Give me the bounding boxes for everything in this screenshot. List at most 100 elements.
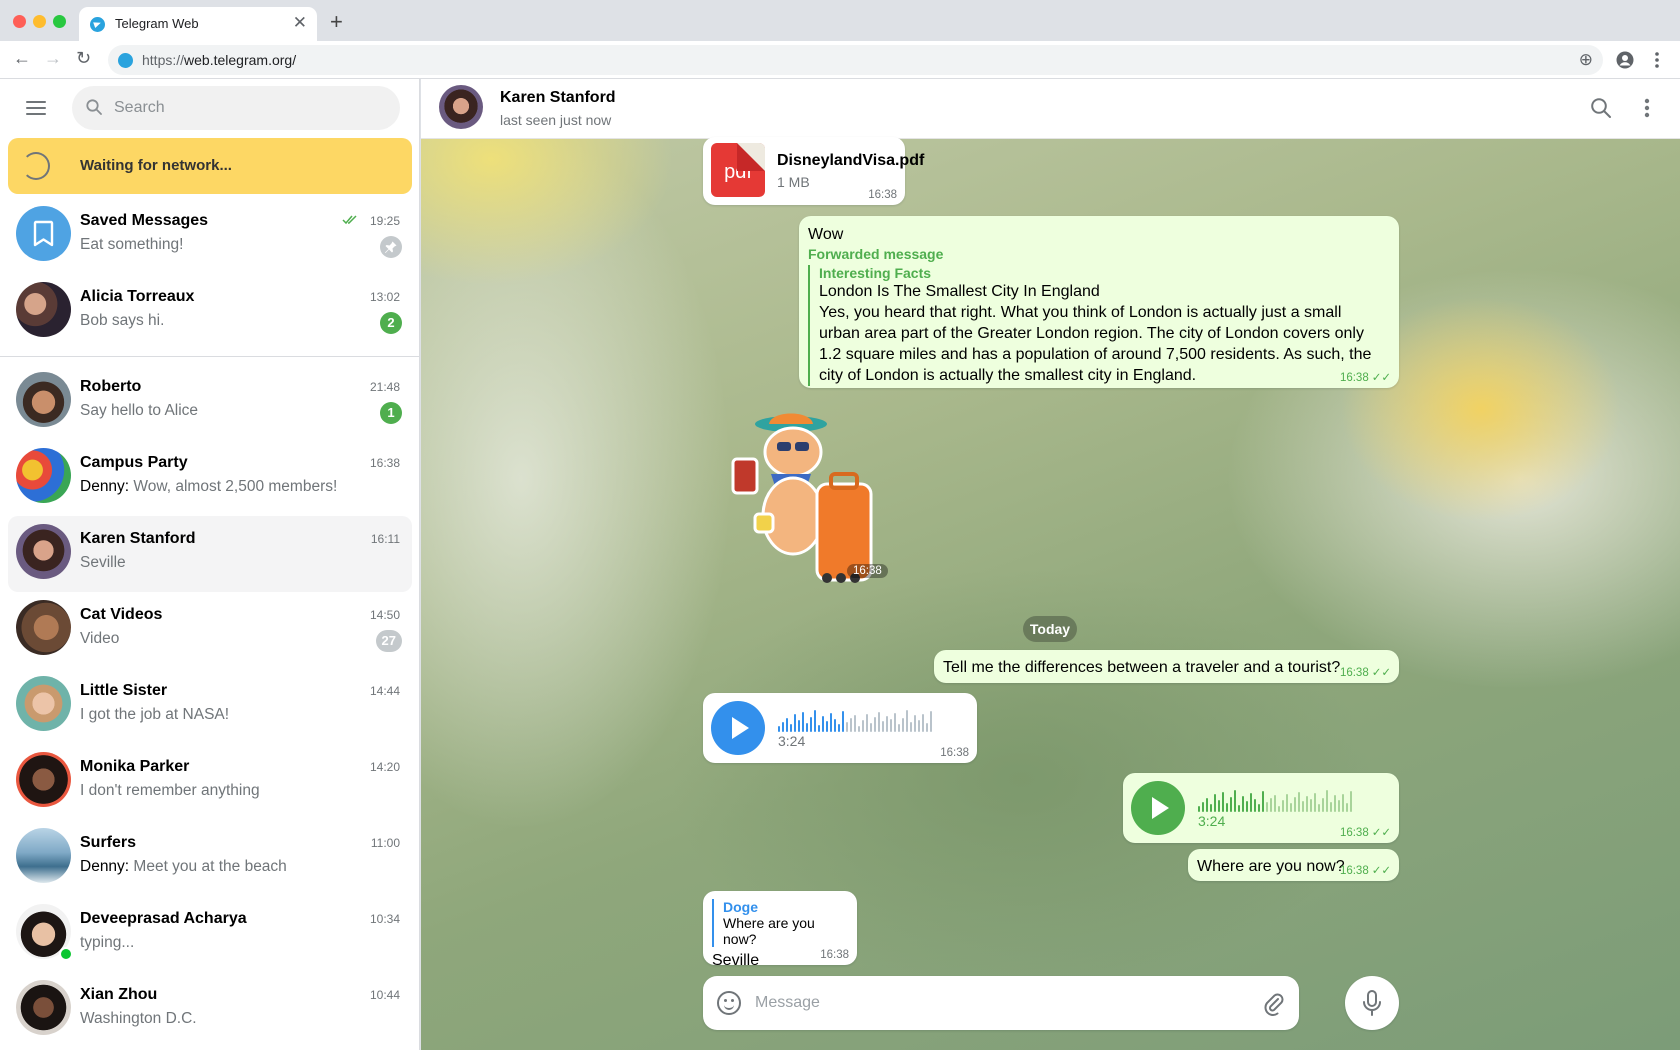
chat-item-monika-parker[interactable]: Monika Parker I don't remember anything … [8,744,412,820]
chat-time: 16:11 [370,532,400,546]
avatar [16,448,71,503]
avatar [16,676,71,731]
chat-time: 19:25 [369,214,400,228]
incoming-reply-message[interactable]: Doge Where are you now? Seville 16:38 [703,891,857,969]
microphone-icon [1363,990,1381,1016]
chat-time: 10:34 [369,912,400,926]
chat-item-cat-videos[interactable]: Cat Videos Video 14:50 27 [8,592,412,668]
voice-waveform[interactable] [1198,784,1352,812]
address-bar: ← → ↻ https://web.telegram.org/ ⊕ [0,41,1680,79]
unread-badge: 2 [380,312,402,334]
chat-last-message: Washington D.C. [80,1010,197,1027]
chat-list: Saved Messages Eat something! 19:25 Alic… [0,198,419,1048]
message-time: 16:38 [847,564,888,578]
unread-badge: 27 [375,630,402,652]
paperclip-icon[interactable] [1261,990,1285,1016]
more-options-icon[interactable] [1644,98,1650,118]
reply-preview[interactable]: Doge Where are you now? [712,899,848,947]
avatar [16,600,71,655]
avatar [16,524,71,579]
emoji-icon[interactable] [717,991,741,1015]
tab-title: Telegram Web [115,16,199,31]
sticker-message[interactable]: 16:38 [721,404,888,584]
voice-duration: 3:24 [1198,813,1226,829]
chat-time: 13:02 [369,290,400,304]
chat-item-campus-party[interactable]: Campus Party Denny: Wow, almost 2,500 me… [8,440,412,516]
browser-menu-icon[interactable] [1654,51,1660,69]
chat-time: 16:38 [369,456,400,470]
reload-button[interactable]: ↻ [76,48,91,69]
forwarded-title: London Is The Smallest City In England [819,283,1100,300]
chat-name: Karen Stanford [80,530,196,547]
profile-icon[interactable] [1616,51,1634,69]
message-time: 16:38 ✓✓ [1339,827,1391,839]
avatar[interactable] [439,85,483,129]
incoming-voice-message[interactable]: 3:24 16:38 [703,693,977,763]
online-indicator [59,947,73,961]
message-text: Tell me the differences between a travel… [943,659,1341,676]
play-voice-button[interactable] [1131,781,1185,835]
traveler-dog-sticker [731,413,873,583]
close-window-button[interactable] [13,15,26,28]
chat-title: Karen Stanford [500,89,616,106]
play-voice-button[interactable] [711,701,765,755]
chat-last-message: Seville [80,554,126,571]
chat-item-deveeprasad-acharya[interactable]: Deveeprasad Acharya typing... 10:34 [8,896,412,972]
chat-time: 10:44 [369,988,400,1002]
back-button[interactable]: ← [13,48,31,69]
message-time: 16:38 ✓✓ [1339,372,1391,384]
search-icon[interactable] [1590,97,1612,119]
chat-item-karen-stanford[interactable]: Karen Stanford Seville 16:11 [8,516,412,592]
chat-name: Roberto [80,378,142,395]
chat-last-message: I got the job at NASA! [80,706,230,723]
voice-record-button[interactable] [1345,976,1399,1030]
install-app-icon[interactable]: ⊕ [1579,50,1593,70]
chat-header[interactable]: Karen Stanford last seen just now [421,79,1680,139]
browser-tab[interactable]: Telegram Web ✕ [79,7,317,41]
chat-last-message: Bob says hi. [80,312,165,329]
chat-time: 14:50 [369,608,400,622]
chat-item-xian-zhou[interactable]: Xian Zhou Washington D.C. 10:44 [8,972,412,1048]
pdf-file-icon: pdf [711,143,765,197]
search-input[interactable] [114,86,384,130]
maximize-window-button[interactable] [53,15,66,28]
forwarded-quote: Interesting Facts London Is The Smallest… [808,265,1390,386]
chat-item-roberto[interactable]: Roberto Say hello to Alice 21:48 1 [8,364,412,440]
pinned-divider [0,356,419,357]
outgoing-voice-message[interactable]: 3:24 16:38 ✓✓ [1123,773,1399,843]
chat-status: last seen just now [500,112,612,128]
file-message[interactable]: pdf DisneylandVisa.pdf 1 MB 16:38 [703,137,924,205]
main-menu-button[interactable] [26,101,46,115]
chat-item-surfers[interactable]: Surfers Denny: Meet you at the beach 11:… [8,820,412,896]
tab-close-icon[interactable]: ✕ [293,13,307,33]
message-composer [703,976,1299,1030]
chat-name: Monika Parker [80,758,190,775]
chat-last-message: Denny: Meet you at the beach [80,858,287,875]
voice-waveform[interactable] [778,704,932,732]
chat-sidebar: Waiting for network... Saved Messages Ea… [0,79,420,1050]
chat-name: Cat Videos [80,606,163,623]
unread-badge: 1 [380,402,402,424]
network-status-text: Waiting for network... [80,157,232,174]
chat-time: 14:20 [369,760,400,774]
outgoing-message[interactable]: Where are you now? 16:38 ✓✓ [1188,849,1399,881]
outgoing-message[interactable]: Tell me the differences between a travel… [934,650,1399,683]
chat-name: Surfers [80,834,137,851]
chat-item-saved-messages[interactable]: Saved Messages Eat something! 19:25 [8,198,412,274]
forward-button[interactable]: → [44,48,62,69]
new-tab-button[interactable]: + [330,9,343,35]
pin-icon [380,236,402,258]
chat-item-little-sister[interactable]: Little Sister I got the job at NASA! 14:… [8,668,412,744]
forwarded-message[interactable]: Wow Forwarded message Interesting Facts … [799,216,1399,388]
site-icon [118,53,133,68]
message-input[interactable] [755,976,1235,1030]
bookmark-icon [33,220,54,247]
avatar [16,828,71,883]
search-box[interactable] [72,86,400,130]
minimize-window-button[interactable] [33,15,46,28]
message-time: 16:38 ✓✓ [1339,667,1391,679]
search-icon [86,99,102,115]
loading-spinner-icon [22,152,50,180]
url-field[interactable]: https://web.telegram.org/ ⊕ [108,45,1603,75]
chat-item-alicia-torreaux[interactable]: Alicia Torreaux Bob says hi. 13:02 2 [8,274,412,350]
